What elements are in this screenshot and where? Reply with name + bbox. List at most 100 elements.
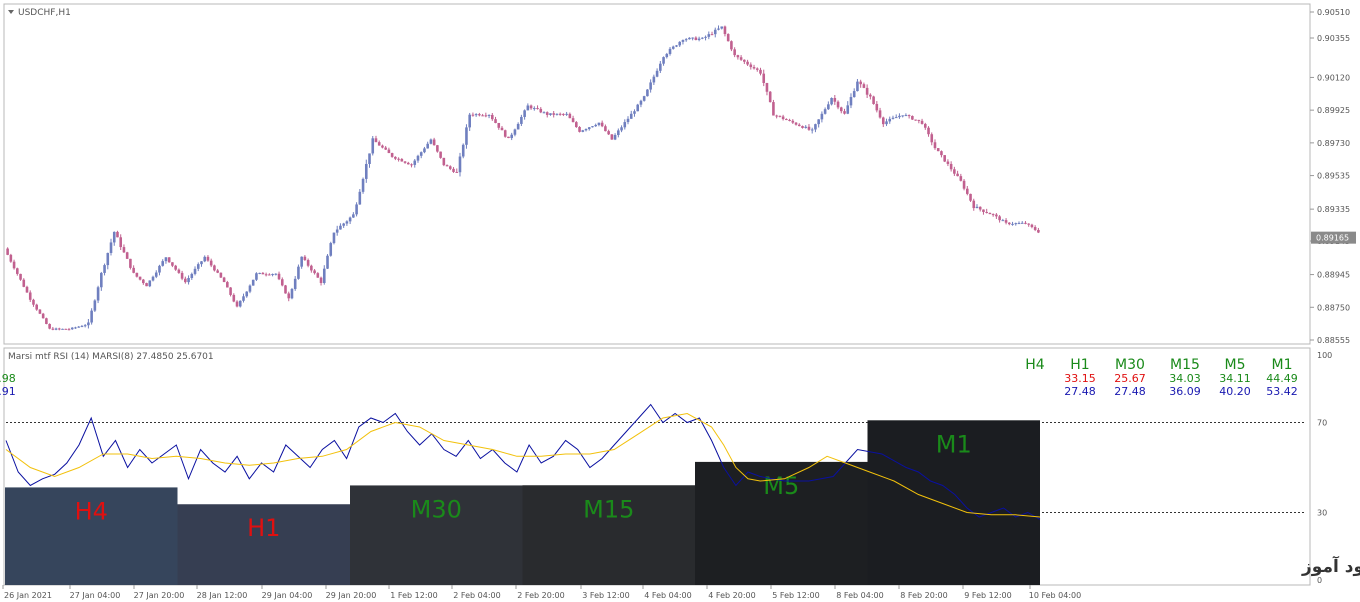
price-tick-label: 0.89925 [1317,106,1350,115]
candle-body [604,126,607,132]
candle-body [817,119,820,125]
candle-body [891,117,895,119]
rsi-tick-label: 0 [1317,576,1322,585]
candle-body [491,114,494,120]
candle-body [849,97,853,106]
candle-body [594,124,598,127]
price-tick-label: 0.88945 [1317,271,1350,280]
mtf-value-rsi: 25.67 [1114,372,1146,385]
candle-body [820,113,824,120]
candle-body [313,270,316,274]
candle-body [636,104,640,112]
candle-body [229,287,232,295]
candle-body [87,322,90,326]
mtf-value-marsi: 27.48 [1114,385,1146,398]
candle-body [109,242,113,253]
candle-body [138,276,142,280]
mtf-bar-label: H4 [75,497,108,525]
candle-body [474,114,478,116]
candle-body [600,122,604,127]
candle-body [64,328,68,330]
candle-body [406,162,410,165]
candle-body [533,108,536,110]
candle-body [642,96,646,101]
candle-body [872,96,875,104]
candle-body [827,104,830,110]
chart-canvas[interactable]: USDCHF,H1 Marsi mtf RSI (14) MARSI(8) 27… [0,0,1360,602]
candle-body [710,34,714,36]
time-tick-label: 28 Jan 12:00 [197,591,248,600]
candle-body [852,91,856,98]
candle-body [222,277,226,283]
candle-body [726,34,730,42]
candle-body [978,206,982,210]
candle-body [319,277,323,283]
candle-body [775,115,778,117]
candle-body [142,279,145,284]
candle-body [536,108,539,110]
candle-body [862,84,866,88]
candle-body [103,265,106,273]
candle-body [154,272,158,277]
candle-body [58,328,61,330]
candle-body [571,118,575,123]
candle-body [497,122,501,128]
candle-body [927,127,930,135]
time-tick-label: 29 Jan 20:00 [326,591,377,600]
candle-body [300,256,303,267]
candle-body [836,101,840,108]
candle-body [694,37,698,41]
candle-body [762,73,766,83]
candle-body [888,118,892,122]
candle-body [238,300,242,307]
candle-body [416,155,420,161]
candle-body [1008,222,1011,225]
candle-body [264,274,268,276]
candle-body [542,112,546,114]
candle-body [707,34,711,37]
candle-body [545,112,549,115]
candle-body [969,193,972,201]
candle-body [158,265,161,273]
mtf-header: M5 [1225,357,1246,373]
candle-body [174,265,177,270]
candle-body [54,328,58,330]
candle-body [219,272,223,278]
time-tick-label: 9 Feb 12:00 [964,591,1011,600]
candle-body [293,278,297,290]
candle-body [562,113,565,115]
candle-body [116,231,119,238]
candle-body [668,48,672,54]
candle-body [164,257,168,262]
candle-body [529,105,533,109]
candle-body [791,120,795,123]
candle-body [972,200,976,209]
candle-body [277,273,281,280]
candle-body [112,231,116,243]
candle-body [914,119,917,121]
mtf-header: H1 [1070,357,1089,373]
candle-body [949,163,953,170]
candle-body [1024,222,1027,224]
candle-body [778,115,782,117]
candle-body [759,69,762,74]
candle-body [213,265,216,271]
candle-body [500,127,504,131]
candle-body [100,272,103,288]
candle-body [885,121,888,125]
candle-body [326,255,329,269]
candle-body [287,293,291,299]
candle-body [985,211,988,213]
candle-body [206,256,210,261]
candle-body [701,37,704,39]
candle-body [549,113,552,115]
candle-body [310,265,313,271]
candle-body [639,100,643,105]
candle-body [67,329,71,331]
candle-body [772,102,775,116]
candle-body [196,264,200,269]
candle-body [1033,227,1037,230]
candle-body [730,41,733,50]
mtf-value-marsi: 53.42 [1266,385,1298,398]
candle-body [19,273,22,280]
